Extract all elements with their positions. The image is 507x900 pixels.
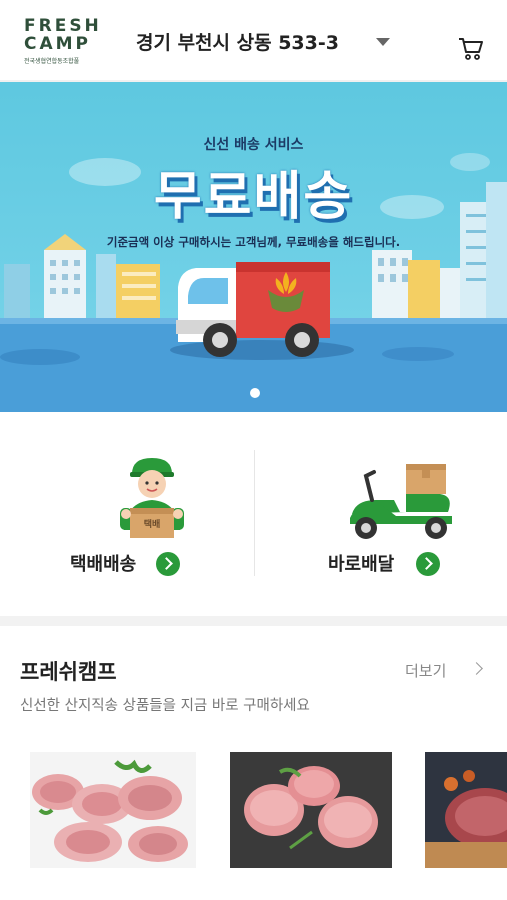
product-image-beef[interactable]	[425, 752, 507, 868]
cart-icon[interactable]	[457, 34, 485, 62]
chevron-right-icon[interactable]	[416, 552, 440, 576]
section-subtitle: 신선한 산지직송 상품들을 지금 바로 구매하세요	[20, 698, 310, 714]
logo-subtext: 전국생협연합동조합풀	[24, 58, 80, 65]
chevron-right-icon[interactable]	[470, 662, 483, 675]
delivery-options: 택배 택배배송 바로배달	[0, 412, 507, 616]
parcel-delivery-option[interactable]: 택배 택배배송	[52, 442, 252, 592]
section-title: 프레쉬캠프	[20, 660, 117, 684]
header: FRESH CAMP 전국생협연합동조합풀 경기 부천시 상동 533-3	[0, 0, 507, 80]
section-gap	[0, 616, 507, 626]
more-link[interactable]: 더보기	[405, 660, 446, 681]
chevron-right-icon[interactable]	[156, 552, 180, 576]
box-label: 택배	[144, 518, 161, 530]
fresh-camp-logo[interactable]: FRESH CAMP 전국생협연합동조합풀	[24, 17, 108, 67]
direct-delivery-option[interactable]: 바로배달	[302, 442, 502, 592]
banner-subtitle: 신선 배송 서비스	[203, 137, 304, 153]
direct-delivery-label: 바로배달	[328, 554, 395, 575]
banner-title: 무료배송	[153, 167, 354, 227]
promo-banner[interactable]: 신선 배송 서비스 무료배송 기준금액 이상 구매하시는 고객님께, 무료배송을…	[0, 82, 507, 412]
carousel-indicator-dot[interactable]	[250, 388, 260, 398]
banner-description: 기준금액 이상 구매하시는 고객님께, 무료배송을 해드립니다.	[106, 235, 401, 249]
parcel-delivery-label: 택배배송	[70, 554, 137, 575]
logo-line1: FRESH	[24, 16, 102, 36]
scooter-icon	[350, 464, 452, 539]
caret-down-icon[interactable]	[376, 38, 390, 46]
courier-person-icon: 택배	[120, 458, 184, 538]
product-image-pork-slices[interactable]	[30, 752, 196, 868]
location-selector[interactable]: 경기 부천시 상동 533-3	[136, 28, 339, 55]
delivery-divider	[254, 450, 255, 576]
logo-line2: CAMP	[24, 34, 92, 54]
product-image-pork-tenderloin[interactable]	[230, 752, 392, 868]
